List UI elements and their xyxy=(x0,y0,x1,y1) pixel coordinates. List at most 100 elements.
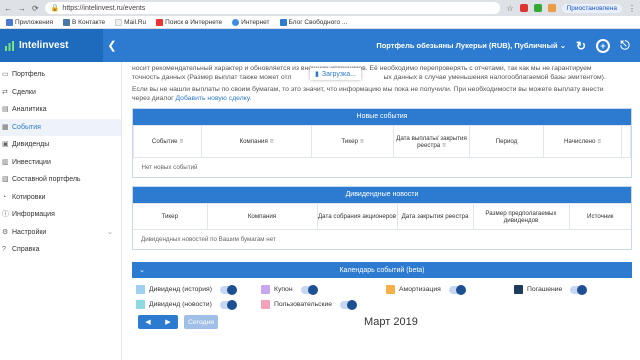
today-button[interactable]: Сегодня xyxy=(184,315,218,329)
collapse-sidebar-icon[interactable]: ❮ xyxy=(103,39,121,52)
color-swatch xyxy=(514,285,523,294)
col-header[interactable]: Событие ≡ xyxy=(133,125,202,158)
back-icon[interactable]: ← xyxy=(4,4,12,13)
add-icon[interactable]: + xyxy=(596,38,610,53)
sidebar-item-trades[interactable]: ⇄ Сделки xyxy=(0,84,121,102)
sort-icon: ≡ xyxy=(269,138,274,145)
forward-icon[interactable]: → xyxy=(18,4,26,13)
calendar-header[interactable]: ⌄ Календарь событий (beta) xyxy=(132,262,632,278)
col-header[interactable]: Дата собрания акционеров xyxy=(316,203,398,230)
toggle-switch[interactable] xyxy=(219,284,237,295)
extension-icon[interactable] xyxy=(519,4,528,12)
toggle-switch[interactable] xyxy=(448,284,466,295)
dividends-icon: ▣ xyxy=(2,141,9,149)
address-bar[interactable]: 🔒 https://intelinvest.ru/events xyxy=(44,2,501,14)
sidebar-item-info[interactable]: ⓘ Информация xyxy=(0,206,121,224)
url-text: https://intelinvest.ru/events xyxy=(62,4,146,12)
blog-icon xyxy=(279,18,287,26)
bookmark-blog[interactable]: Блог Свободного ... xyxy=(279,18,347,26)
legend-item: Дивиденд (новости) xyxy=(136,299,261,310)
toggle-switch[interactable] xyxy=(340,299,358,310)
sort-icon: ≡ xyxy=(442,141,446,149)
sort-icon: ≡ xyxy=(360,138,364,145)
vk-icon xyxy=(63,18,71,26)
sidebar: ▭ Портфель ⇄ Сделки ▤ Аналитика ▦ События ▣ Д… xyxy=(0,62,122,360)
col-header[interactable]: Дата закрытия реестра xyxy=(396,203,474,230)
dividend-news-panel: Дивидендные новости Тикер Компания Дата … xyxy=(132,186,632,250)
sidebar-item-investments[interactable]: ▥ Инвестиции xyxy=(0,154,121,172)
calendar-legend: Дивиденд (история) Купон Амортизация Пог… xyxy=(132,278,634,310)
prev-month-icon[interactable]: ◀ xyxy=(145,318,150,326)
col-header xyxy=(621,125,631,158)
quotes-icon: ◔ xyxy=(2,193,7,201)
help-icon: ? xyxy=(2,246,6,254)
col-header[interactable]: Тикер ≡ xyxy=(311,125,394,158)
legend-item: Дивиденд (история) xyxy=(136,284,261,295)
toggle-switch[interactable] xyxy=(219,299,237,310)
sidebar-item-help[interactable]: ? Справка xyxy=(0,241,121,259)
events-icon: ▦ xyxy=(2,123,9,131)
new-events-panel: Новые события Событие ≡ Компания ≡ Тикер ≡ … xyxy=(132,108,632,178)
chevron-down-icon: ⌄ xyxy=(107,229,113,237)
dividend-news-table: Тикер Компания Дата собрания акционеров … xyxy=(133,203,631,249)
loading-indicator: ▮ Загрузка... xyxy=(310,68,362,80)
bookmark-mailru[interactable]: Mail.Ru xyxy=(115,18,146,26)
sidebar-item-dividends[interactable]: ▣ Дивиденды xyxy=(0,136,121,154)
logo[interactable]: Intelinvest xyxy=(0,29,103,62)
reload-icon[interactable]: ⟳ xyxy=(32,4,39,13)
extension-icon[interactable] xyxy=(547,4,556,12)
exit-icon[interactable]: ⎋ xyxy=(618,38,632,53)
col-header[interactable]: Дата выплаты/ закрытия реестра ≡ xyxy=(393,125,470,158)
next-month-icon[interactable]: ▶ xyxy=(165,318,170,326)
investments-icon: ▥ xyxy=(2,158,9,166)
refresh-icon[interactable]: ↻ xyxy=(574,39,588,53)
toggle-switch[interactable] xyxy=(570,284,588,295)
empty-row: Дивидендных новостей по Вашим бумагам не… xyxy=(141,236,276,243)
col-header[interactable]: Компания xyxy=(206,203,318,230)
sidebar-item-quotes[interactable]: ◔ Котировки xyxy=(0,189,121,207)
sync-paused-button[interactable]: Приостановлена xyxy=(561,3,622,13)
app-header: Intelinvest ❮ Портфель обезьяны Лукерьи … xyxy=(0,29,640,62)
bookmark-search[interactable]: Поиск в Интернете xyxy=(156,18,222,26)
legend-item: Амортизация xyxy=(386,284,514,295)
bookmark-vk[interactable]: В Контакте xyxy=(63,18,105,26)
sidebar-item-composite[interactable]: ▧ Составной портфель xyxy=(0,171,121,189)
portfolio-selector[interactable]: Портфель обезьяны Лукерьи (RUB), Публичн… xyxy=(376,41,574,50)
col-header[interactable]: Размер предполагаемых дивидендов xyxy=(472,203,570,230)
toggle-switch[interactable] xyxy=(300,284,318,295)
col-header[interactable]: Компания ≡ xyxy=(201,125,312,158)
bookmark-star-icon[interactable]: ☆ xyxy=(506,4,513,13)
extension-icon[interactable] xyxy=(533,4,542,12)
menu-dots-icon[interactable]: ⋮ xyxy=(628,4,636,13)
sort-icon: ≡ xyxy=(179,138,184,145)
bookmark-internet[interactable]: Интернет xyxy=(232,18,270,26)
bookmark-apps[interactable]: Приложения xyxy=(6,18,53,26)
month-nav-buttons: ◀ ▶ xyxy=(138,315,178,329)
col-header[interactable]: Начислено ≡ xyxy=(543,125,622,158)
analytics-icon: ▤ xyxy=(2,106,9,114)
calendar-nav: ◀ ▶ Сегодня Март 2019 xyxy=(132,315,632,329)
sidebar-item-events[interactable]: ▦ События xyxy=(0,118,121,136)
color-swatch xyxy=(136,285,145,294)
yandex-icon xyxy=(156,18,164,26)
color-swatch xyxy=(136,300,145,309)
apps-icon xyxy=(6,18,13,26)
sidebar-item-analytics[interactable]: ▤ Аналитика xyxy=(0,101,121,119)
new-events-table: Событие ≡ Компания ≡ Тикер ≡ Дата выплаты/ … xyxy=(133,125,631,177)
sidebar-item-portfolio[interactable]: ▭ Портфель xyxy=(0,66,121,84)
legend-item: Пользовательские xyxy=(261,299,386,310)
mailru-icon xyxy=(115,18,123,26)
new-events-title: Новые события xyxy=(133,109,631,125)
col-header[interactable]: Период xyxy=(469,125,544,158)
sort-icon: ≡ xyxy=(597,138,602,145)
col-header[interactable]: Тикер xyxy=(133,203,208,230)
loading-icon: ▮ xyxy=(315,71,319,78)
legend-item: Погашение xyxy=(514,284,634,295)
col-header[interactable]: Источник xyxy=(568,203,631,230)
add-trade-link[interactable]: Добавить новую сделку. xyxy=(175,95,251,102)
empty-row: Нет новых событий xyxy=(141,164,198,171)
info-icon: ⓘ xyxy=(2,211,9,219)
sidebar-item-settings[interactable]: ⚙ Настройки ⌄ xyxy=(0,224,121,242)
disclaimer-text: носит рекомендательный характер и обновл… xyxy=(132,65,606,102)
calendar-month-title: Март 2019 xyxy=(364,316,418,328)
